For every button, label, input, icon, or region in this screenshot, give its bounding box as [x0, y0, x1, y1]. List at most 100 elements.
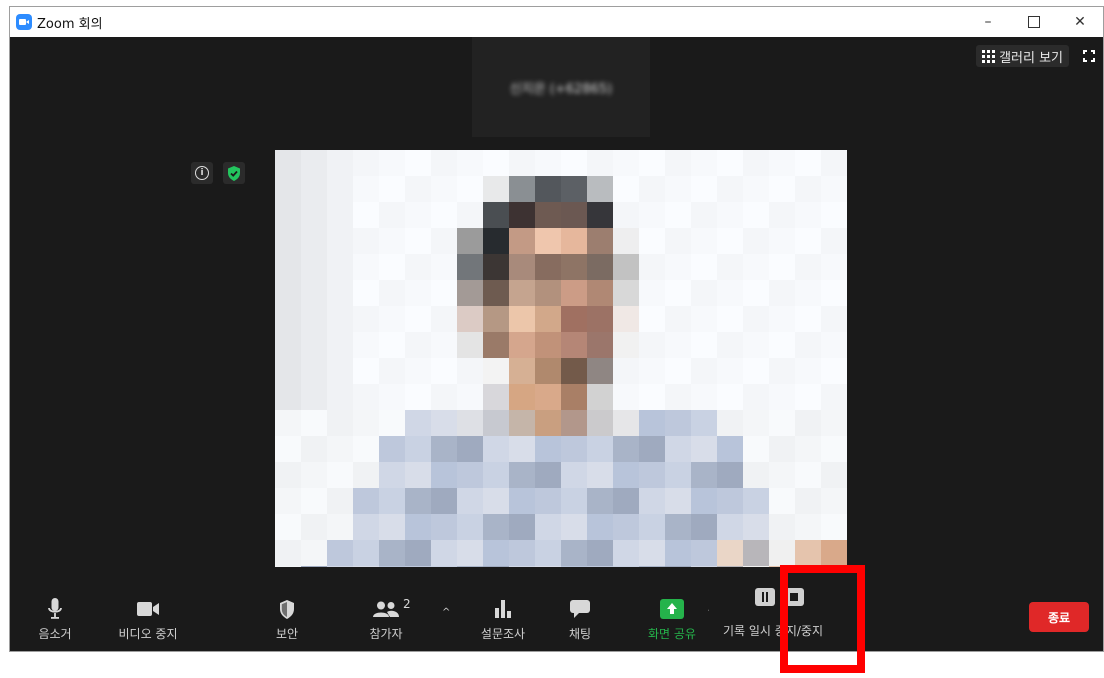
video-pixel-block [639, 150, 665, 176]
video-pixel-block [821, 410, 847, 436]
video-pixel-block [509, 254, 535, 280]
maximize-icon [1028, 16, 1040, 28]
video-pixel-block [301, 254, 327, 280]
end-meeting-button[interactable]: 종료 [1029, 602, 1089, 632]
participants-count: 2 [403, 597, 411, 611]
video-pixel-block [691, 488, 717, 514]
video-pixel-block [327, 540, 353, 566]
video-pixel-block [509, 280, 535, 306]
share-screen-label: 화면 공유 [648, 627, 696, 641]
video-pixel-block [769, 254, 795, 280]
video-pixel-block [743, 540, 769, 566]
meeting-info-button[interactable]: i [191, 162, 213, 184]
video-pixel-block [613, 436, 639, 462]
video-pixel-block [821, 254, 847, 280]
video-pixel-block [353, 332, 379, 358]
video-pixel-block [431, 488, 457, 514]
video-pixel-block [457, 514, 483, 540]
video-pixel-block [353, 410, 379, 436]
video-pixel-block [301, 384, 327, 410]
chat-button[interactable]: 채팅 [560, 597, 600, 653]
video-pixel-block [795, 176, 821, 202]
video-pixel-block [353, 488, 379, 514]
polls-button[interactable]: 설문조사 [473, 597, 533, 653]
video-pixel-block [431, 540, 457, 566]
video-pixel-block [379, 462, 405, 488]
video-pixel-block [639, 540, 665, 566]
video-pixel-block [353, 514, 379, 540]
video-pixel-block [743, 254, 769, 280]
security-shield-icon [279, 597, 295, 621]
video-pixel-block [587, 514, 613, 540]
video-pixel-block [457, 462, 483, 488]
video-pixel-block [717, 358, 743, 384]
video-pixel-block [275, 176, 301, 202]
video-pixel-block [769, 436, 795, 462]
video-pixel-block [535, 228, 561, 254]
fullscreen-icon[interactable] [1083, 50, 1095, 62]
video-pixel-block [821, 488, 847, 514]
video-pixel-block [613, 540, 639, 566]
video-pixel-block [353, 358, 379, 384]
video-pixel-block [431, 384, 457, 410]
video-pixel-block [431, 228, 457, 254]
participants-caret-icon[interactable]: ^ [442, 607, 450, 618]
share-screen-button[interactable]: 화면 공유 [640, 597, 704, 653]
video-pixel-block [535, 150, 561, 176]
participants-button[interactable]: 2 참가자 [356, 597, 416, 653]
video-pixel-block [483, 150, 509, 176]
video-pixel-block [431, 280, 457, 306]
video-pixel-block [795, 488, 821, 514]
video-pixel-block [587, 280, 613, 306]
video-pixel-block [327, 462, 353, 488]
encryption-status-button[interactable] [223, 162, 245, 184]
video-pixel-block [509, 540, 535, 566]
video-pixel-block [691, 280, 717, 306]
video-pixel-block [743, 176, 769, 202]
video-pixel-block [535, 410, 561, 436]
video-pixel-block [457, 202, 483, 228]
video-pixel-block [353, 306, 379, 332]
video-pixel-block [717, 540, 743, 566]
video-pixel-block [587, 384, 613, 410]
video-pixel-block [587, 332, 613, 358]
video-pixel-block [795, 254, 821, 280]
video-pixel-block [717, 228, 743, 254]
video-pixel-block [639, 436, 665, 462]
meeting-view: 신지은 (+62865) 갤러리 보기 i [10, 37, 1103, 596]
video-pixel-block [639, 306, 665, 332]
close-button[interactable]: ✕ [1057, 7, 1103, 37]
video-pixel-block [587, 488, 613, 514]
video-pixel-block [821, 176, 847, 202]
video-pixel-block [561, 488, 587, 514]
security-button[interactable]: 보안 [267, 597, 307, 653]
video-pixel-block [431, 436, 457, 462]
video-pixel-block [665, 176, 691, 202]
video-pixel-block [353, 540, 379, 566]
video-pixel-block [509, 462, 535, 488]
active-speaker-thumbnail[interactable]: 신지은 (+62865) [472, 37, 650, 137]
video-pixel-block [665, 462, 691, 488]
pause-recording-button[interactable] [755, 588, 775, 606]
video-pixel-block [717, 254, 743, 280]
video-pixel-block [457, 254, 483, 280]
video-pixel-block [795, 540, 821, 566]
video-pixel-block [509, 358, 535, 384]
minimize-button[interactable]: – [965, 7, 1011, 37]
video-pixel-block [795, 410, 821, 436]
video-pixel-block [665, 228, 691, 254]
video-pixel-block [639, 254, 665, 280]
video-pixel-block [483, 462, 509, 488]
maximize-button[interactable] [1011, 7, 1057, 37]
mute-button[interactable]: 음소거 [30, 597, 80, 653]
video-pixel-block [561, 306, 587, 332]
video-pixel-block [509, 228, 535, 254]
gallery-view-button[interactable]: 갤러리 보기 [976, 45, 1069, 67]
video-pixel-block [457, 280, 483, 306]
video-pixel-block [431, 176, 457, 202]
video-pixel-block [275, 280, 301, 306]
share-arrow-icon [660, 597, 684, 621]
stop-video-button[interactable]: 비디오 중지 [108, 597, 188, 653]
video-pixel-block [405, 488, 431, 514]
video-pixel-block [587, 228, 613, 254]
